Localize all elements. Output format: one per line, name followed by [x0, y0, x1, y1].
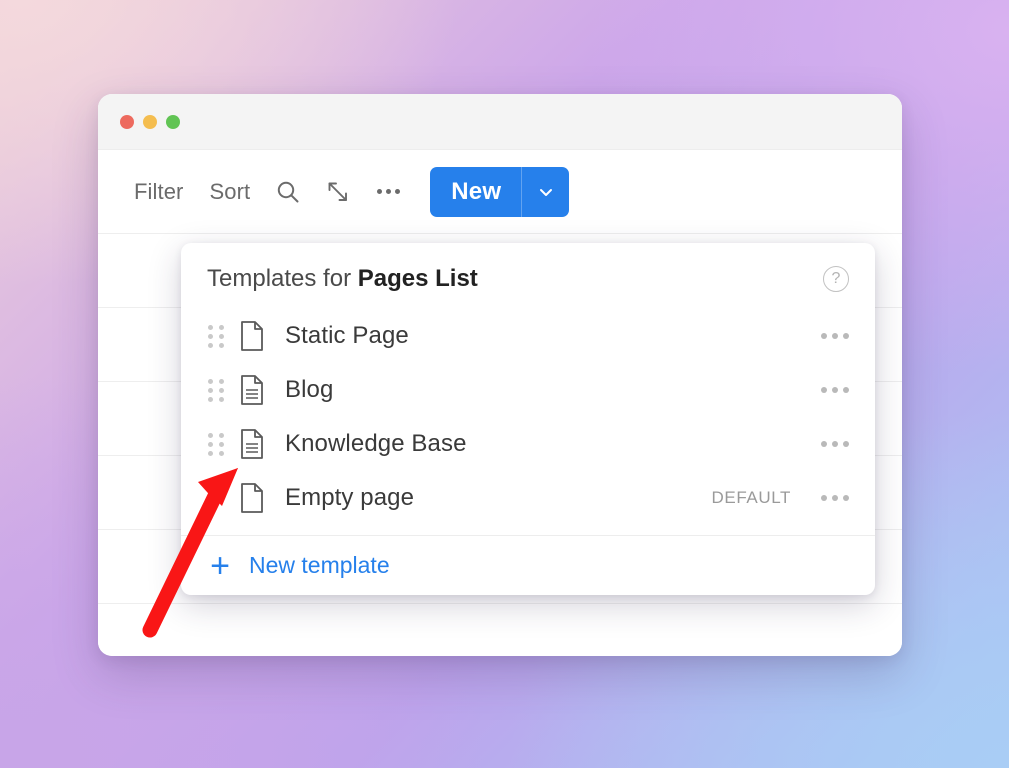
panel-title: Templates for Pages List: [207, 265, 478, 293]
panel-title-target: Pages List: [357, 265, 478, 292]
help-circle-icon[interactable]: ?: [823, 266, 849, 292]
plus-icon: +: [210, 546, 230, 585]
list-item[interactable]: Knowledge Base: [181, 417, 875, 471]
more-horizontal-icon[interactable]: [366, 172, 410, 212]
table-row[interactable]: [98, 604, 902, 656]
row-more-horizontal-icon[interactable]: [809, 441, 849, 447]
list-item[interactable]: Blog: [181, 363, 875, 417]
template-name: Static Page: [285, 322, 409, 349]
template-name: Empty page: [285, 484, 415, 511]
drag-handle-icon[interactable]: [203, 378, 229, 402]
expand-diagonal-icon[interactable]: [316, 172, 360, 212]
zoom-button[interactable]: [166, 114, 180, 129]
close-button[interactable]: [120, 114, 134, 129]
document-lines-icon: [229, 374, 275, 406]
document-blank-icon: [229, 482, 275, 514]
list-item[interactable]: Static Page: [181, 309, 875, 363]
panel-title-prefix: Templates for: [207, 265, 358, 292]
list-item[interactable]: Empty page DEFAULT: [181, 471, 875, 525]
row-more-horizontal-icon[interactable]: [809, 333, 849, 339]
window-titlebar: [98, 94, 902, 150]
sort-button[interactable]: Sort: [200, 173, 261, 211]
document-blank-icon: [229, 320, 275, 352]
default-badge: DEFAULT: [711, 488, 791, 507]
drag-handle-icon[interactable]: [203, 324, 229, 348]
minimize-button[interactable]: [143, 114, 157, 129]
row-more-horizontal-icon[interactable]: [809, 495, 849, 501]
templates-dropdown-panel: Templates for Pages List ? Static Page B…: [181, 243, 875, 595]
template-name: Blog: [285, 376, 334, 403]
new-dropdown-chevron-down-icon[interactable]: [521, 166, 569, 217]
traffic-lights: [120, 114, 180, 129]
toolbar: Filter Sort New: [98, 150, 902, 234]
row-more-horizontal-icon[interactable]: [809, 387, 849, 393]
panel-header: Templates for Pages List ?: [181, 243, 875, 307]
template-name: Knowledge Base: [285, 430, 467, 457]
document-lines-icon: [229, 428, 275, 460]
search-icon[interactable]: [266, 172, 310, 212]
filter-button[interactable]: Filter: [124, 173, 194, 211]
template-list: Static Page Blog Knowledge Base Empty pa…: [181, 307, 875, 535]
new-button-group: New: [430, 166, 570, 217]
new-template-button[interactable]: + New template: [181, 535, 875, 595]
drag-handle-icon[interactable]: [203, 432, 229, 456]
new-button[interactable]: New: [430, 167, 521, 217]
new-template-label: New template: [249, 552, 390, 578]
